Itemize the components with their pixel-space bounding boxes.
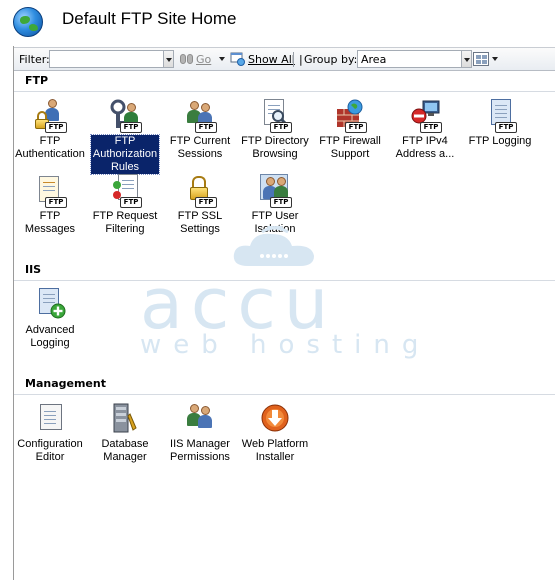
show-all-icon[interactable] [230, 52, 246, 66]
group-by-dropdown-button[interactable] [461, 50, 472, 68]
filter-input[interactable] [49, 50, 173, 68]
configuration-editor-icon [33, 402, 67, 436]
tile-label: Advanced Logging [25, 324, 75, 349]
watermark-text: accu [140, 263, 337, 345]
tile-ftp-request-filtering[interactable]: FTP FTP Request Filtering [88, 174, 162, 236]
firewall-icon: FTP [333, 99, 367, 133]
tile-label: FTP Authentication [15, 135, 85, 160]
tile-ftp-messages[interactable]: FTP FTP Messages [13, 174, 87, 236]
tile-label: FTP User Isolation [251, 210, 299, 235]
key-users-icon: FTP [108, 99, 142, 133]
tile-iis-manager-permissions[interactable]: IIS Manager Permissions [163, 402, 237, 464]
tile-label: FTP IPv4 Address a... [395, 135, 455, 160]
tile-label: FTP Firewall Support [319, 135, 381, 160]
message-document-icon: FTP [33, 174, 67, 208]
tile-label: Database Manager [101, 438, 149, 463]
tile-ftp-logging[interactable]: FTP FTP Logging [463, 99, 537, 148]
user-isolation-icon: FTP [258, 174, 292, 208]
tile-advanced-logging[interactable]: Advanced Logging [13, 288, 87, 350]
go-dropdown-button[interactable] [217, 50, 226, 68]
web-platform-installer-icon [258, 402, 292, 436]
filter-dropdown-button[interactable] [163, 50, 174, 68]
section-title: IIS [25, 263, 42, 276]
tile-ftp-ipv4-address[interactable]: FTP FTP IPv4 Address a... [388, 99, 462, 161]
tile-label: Configuration Editor [17, 438, 83, 463]
document-magnifier-icon: FTP [258, 99, 292, 133]
page-title: Default FTP Site Home [62, 9, 237, 28]
database-manager-icon [108, 402, 142, 436]
view-dropdown-button[interactable] [490, 50, 501, 68]
show-all-button[interactable]: Show All [248, 53, 295, 66]
tile-configuration-editor[interactable]: Configuration Editor [13, 402, 87, 464]
tile-ftp-ssl-settings[interactable]: FTP FTP SSL Settings [163, 174, 237, 236]
globe-icon [13, 7, 43, 37]
tile-label: FTP Authorization Rules [89, 134, 161, 175]
filter-toolbar: Filter: Go Show All | Group by: Area [14, 47, 555, 71]
tile-ftp-current-sessions[interactable]: FTP FTP Current Sessions [163, 99, 237, 161]
tile-ftp-firewall-support[interactable]: FTP FTP Firewall Support [313, 99, 387, 161]
group-by-select[interactable]: Area [357, 50, 471, 68]
permissions-icon [183, 402, 217, 436]
tile-web-platform-installer[interactable]: Web Platform Installer [238, 402, 312, 464]
advanced-logging-icon [33, 288, 67, 322]
filter-list-icon: FTP [108, 174, 142, 208]
binoculars-icon[interactable] [179, 52, 195, 66]
section-management: Management [14, 375, 555, 395]
section-title: FTP [25, 74, 49, 87]
section-title: Management [25, 377, 106, 390]
separator-pipe: | [299, 53, 303, 66]
view-icon[interactable] [473, 52, 489, 66]
tile-ftp-directory-browsing[interactable]: FTP FTP Directory Browsing [238, 99, 312, 161]
watermark-subtext: web hosting [140, 330, 431, 360]
tile-label: FTP SSL Settings [177, 210, 223, 235]
tile-ftp-user-isolation[interactable]: FTP FTP User Isolation [238, 174, 312, 236]
section-ftp: FTP [14, 72, 555, 92]
lock-users-icon: FTP [33, 99, 67, 133]
tile-label: FTP Current Sessions [169, 135, 231, 160]
users-icon: FTP [183, 99, 217, 133]
tile-label: FTP Request Filtering [92, 210, 158, 235]
tile-label: FTP Logging [468, 135, 532, 147]
notebook-icon: FTP [483, 99, 517, 133]
tile-label: FTP Messages [24, 210, 76, 235]
tile-ftp-authentication[interactable]: FTP FTP Authentication [13, 99, 87, 161]
computer-deny-icon: FTP [408, 99, 442, 133]
tile-ftp-authorization-rules[interactable]: FTP FTP Authorization Rules [88, 99, 162, 175]
tile-label: FTP Directory Browsing [241, 135, 309, 160]
ssl-lock-icon: FTP [183, 174, 217, 208]
tile-label: IIS Manager Permissions [170, 438, 230, 463]
tile-label: Web Platform Installer [241, 438, 309, 463]
filter-label: Filter: [19, 53, 50, 66]
title-bar: Default FTP Site Home [0, 0, 555, 44]
section-iis: IIS [14, 261, 555, 281]
go-button[interactable]: Go [196, 53, 211, 66]
tile-database-manager[interactable]: Database Manager [88, 402, 162, 464]
group-by-label: Group by: [304, 53, 358, 66]
